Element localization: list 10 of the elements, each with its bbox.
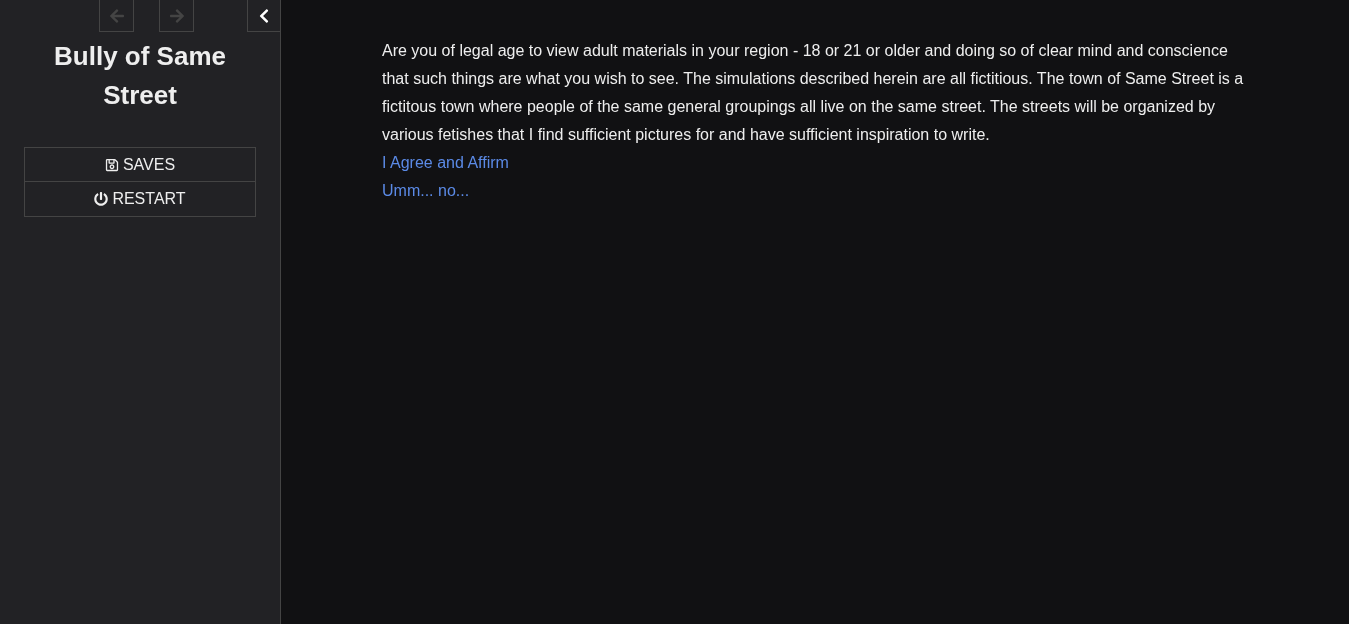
collapse-sidebar-button[interactable]: [247, 0, 280, 32]
passage-link[interactable]: Umm... no...: [382, 177, 470, 205]
story-title: Bully of Same Street: [53, 40, 227, 112]
saves-button[interactable]: SAVES: [24, 147, 256, 182]
left-arrow-icon: [108, 7, 125, 24]
passage-link[interactable]: I Agree and Affirm: [382, 149, 509, 177]
power-icon: [94, 192, 109, 206]
restart-button[interactable]: RESTART: [24, 182, 256, 217]
passage-text: Are you of legal age to view adult materials in your region - 18 or 21 or older and doing so of clear mind and conscience that such things are what you wish to see. The simulations described herein are all fictitious. The town of Same Street is a fictitous town where people of the same general groupings all live on the same street. The streets will be organized by various fetishes that I find sufficient pictures for and have sufficient inspiration to write.: [382, 41, 1245, 145]
right-arrow-icon: [168, 7, 185, 24]
